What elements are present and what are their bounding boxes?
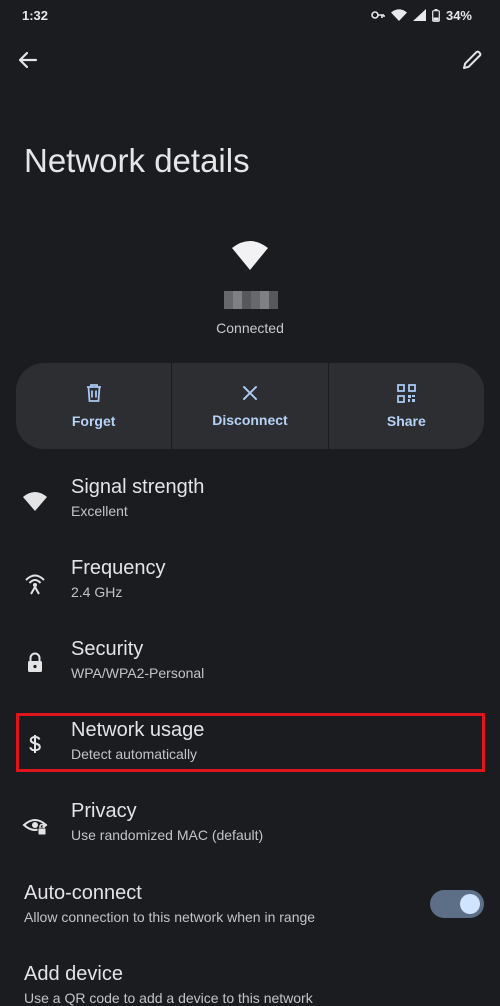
broadcast-icon bbox=[25, 574, 45, 595]
add-device-title[interactable]: Add device bbox=[24, 963, 123, 986]
vpn-key-icon bbox=[371, 11, 385, 19]
add-device-subtitle: Use a QR code to add a device to this ne… bbox=[24, 990, 313, 1006]
auto-connect-subtitle: Allow connection to this network when in… bbox=[24, 909, 316, 925]
status-bar: 1:32 34% bbox=[0, 0, 500, 30]
wifi-icon bbox=[23, 492, 47, 511]
frequency-title: Frequency bbox=[71, 557, 166, 579]
cellular-signal-icon bbox=[412, 9, 426, 21]
share-button[interactable]: Share bbox=[327, 363, 484, 449]
auto-connect-title: Auto-connect bbox=[24, 882, 142, 904]
security-row: Security WPA/WPA2-Personal bbox=[0, 638, 500, 698]
status-time: 1:32 bbox=[22, 7, 49, 23]
action-bar: Forget Disconnect Share bbox=[16, 363, 484, 449]
frequency-value: 2.4 GHz bbox=[71, 584, 123, 600]
back-button[interactable] bbox=[14, 46, 42, 74]
battery-icon bbox=[432, 8, 440, 22]
page-title: Network details bbox=[24, 142, 250, 179]
forget-button[interactable]: Forget bbox=[16, 363, 171, 449]
disconnect-button[interactable]: Disconnect bbox=[171, 363, 327, 449]
lock-icon bbox=[28, 652, 42, 672]
frequency-row: Frequency 2.4 GHz bbox=[0, 557, 500, 617]
edit-button[interactable] bbox=[458, 46, 486, 74]
privacy-title: Privacy bbox=[71, 800, 137, 822]
trash-icon bbox=[86, 384, 101, 402]
share-label: Share bbox=[386, 412, 426, 429]
toolbar bbox=[0, 38, 500, 82]
highlight-box bbox=[16, 713, 485, 772]
battery-percent: 34% bbox=[445, 7, 472, 23]
security-value: WPA/WPA2-Personal bbox=[71, 665, 205, 681]
privacy-value: Use randomized MAC (default) bbox=[71, 827, 264, 843]
forget-label: Forget bbox=[71, 413, 116, 429]
eye-lock-icon bbox=[22, 819, 48, 836]
signal-strength-value: Excellent bbox=[71, 503, 128, 519]
privacy-row[interactable]: Privacy Use randomized MAC (default) bbox=[0, 800, 500, 860]
wifi-icon bbox=[390, 9, 407, 21]
toggle-knob bbox=[460, 894, 480, 914]
auto-connect-toggle[interactable] bbox=[430, 890, 484, 918]
signal-strength-title: Signal strength bbox=[71, 476, 205, 498]
wifi-icon bbox=[232, 241, 268, 270]
network-name-redacted bbox=[224, 291, 278, 309]
disconnect-label: Disconnect bbox=[212, 412, 288, 428]
pencil-icon bbox=[463, 50, 482, 69]
security-title: Security bbox=[71, 638, 144, 660]
close-icon bbox=[242, 386, 257, 400]
signal-strength-row: Signal strength Excellent bbox=[0, 476, 500, 536]
qr-code-icon bbox=[396, 383, 416, 403]
connection-status: Connected bbox=[216, 320, 284, 336]
status-icons: 34% bbox=[371, 8, 472, 23]
arrow-back-icon bbox=[18, 51, 38, 69]
